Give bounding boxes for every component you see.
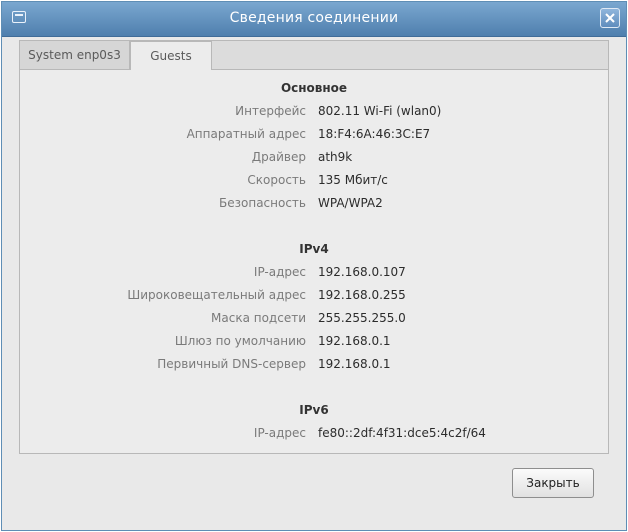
tab-guests[interactable]: Guests [130,41,212,70]
row-value: 135 Мбит/с [318,173,388,187]
row-value: 192.168.0.107 [318,265,406,279]
tab-system-enp0s3[interactable]: System enp0s3 [20,41,130,69]
info-row: Интерфейс 802.11 Wi-Fi (wlan0) [20,104,608,122]
tab-bar: System enp0s3 Guests [20,41,608,70]
info-row: IP-адрес 192.168.0.107 [20,265,608,283]
info-row: Первичный DNS-сервер 192.168.0.1 [20,357,608,375]
row-value: 192.168.0.255 [318,288,406,302]
section-title-main: Основное [280,81,348,95]
close-button[interactable]: Закрыть [512,468,594,498]
info-row: Аппаратный адрес 18:F4:6A:46:3C:E7 [20,127,608,145]
row-value: WPA/WPA2 [318,196,383,210]
row-label: IP-адрес [253,265,306,279]
row-label: Маска подсети [211,311,306,325]
row-value: fe80::2df:4f31:dce5:4c2f/64 [318,426,486,440]
titlebar-close-button[interactable] [600,8,620,28]
row-label: Широковещательный адрес [127,288,306,302]
row-label: Аппаратный адрес [186,127,306,141]
row-value: 192.168.0.1 [318,357,391,371]
connection-info-dialog: Сведения соединении System enp0s3 Guests… [1,1,627,531]
tab-content: Основное Интерфейс 802.11 Wi-Fi (wlan0) … [20,70,608,453]
row-value: 192.168.0.1 [318,334,391,348]
row-value: 255.255.255.0 [318,311,406,325]
info-row: IP-адрес fe80::2df:4f31:dce5:4c2f/64 [20,426,608,444]
row-label: Интерфейс [235,104,306,118]
row-label: Скорость [247,173,306,187]
info-row: Маска подсети 255.255.255.0 [20,311,608,329]
info-row: Драйвер ath9k [20,150,608,168]
info-row: Скорость 135 Мбит/с [20,173,608,191]
row-label: Шлюз по умолчанию [174,334,306,348]
row-value: 18:F4:6A:46:3C:E7 [318,127,431,141]
title-bar: Сведения соединении [2,2,626,37]
close-icon [605,13,615,23]
section-title-ipv6: IPv6 [299,403,329,417]
row-value: ath9k [318,150,353,164]
info-row: Широковещательный адрес 192.168.0.255 [20,288,608,306]
window-title: Сведения соединении [229,10,399,26]
row-value: 802.11 Wi-Fi (wlan0) [318,104,442,118]
row-label: IP-адрес [253,426,306,440]
section-title-ipv4: IPv4 [299,242,329,256]
row-label: Драйвер [251,150,306,164]
info-row: Шлюз по умолчанию 192.168.0.1 [20,334,608,352]
row-label: Безопасность [219,196,306,210]
details-panel: System enp0s3 Guests Основное Интерфейс … [19,40,609,454]
info-row: Безопасность WPA/WPA2 [20,196,608,214]
row-label: Первичный DNS-сервер [157,357,306,371]
